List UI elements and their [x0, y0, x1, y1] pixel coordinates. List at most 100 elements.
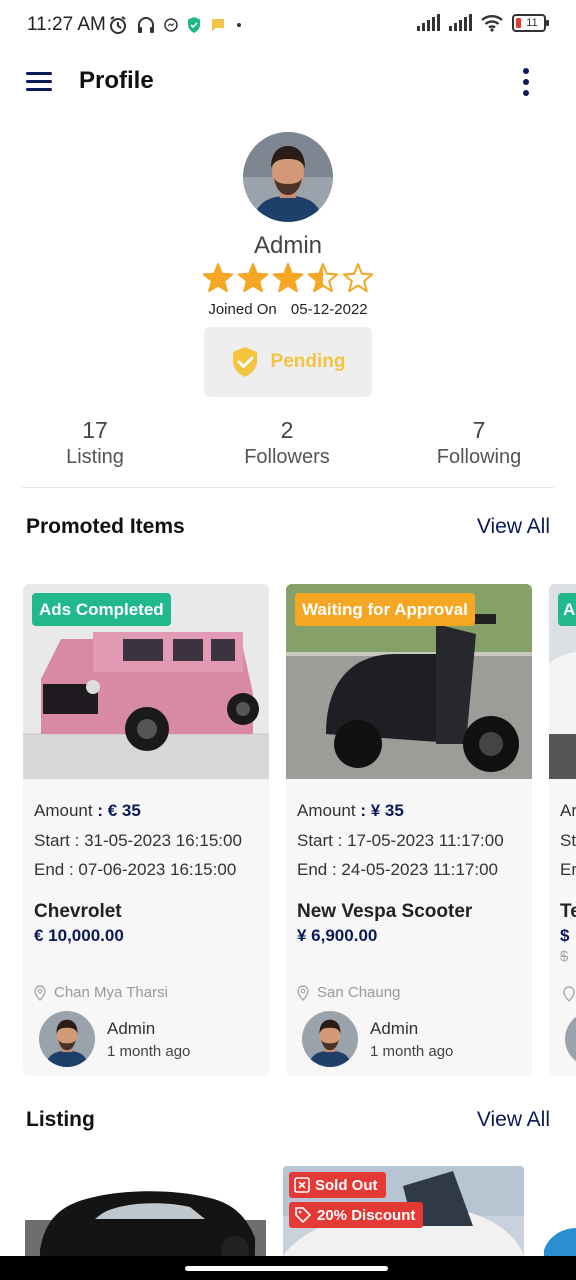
app-bar: Profile [0, 52, 576, 112]
seller-avatar[interactable] [39, 1011, 95, 1067]
item-price: $ [560, 926, 570, 945]
item-price: € 10,000.00 [34, 926, 124, 945]
profile-stats: 17 Listing 2 Followers 7 Following [0, 416, 576, 472]
item-name: New Vespa Scooter [297, 901, 473, 922]
messenger-icon [164, 18, 178, 32]
ad-amount: Amount : ¥ 35 [297, 801, 404, 820]
stat-following-value: 7 [472, 417, 486, 443]
item-location: Chan Mya Tharsi [34, 984, 168, 1001]
item-price: ¥ 6,900.00 [297, 926, 378, 945]
listing-card[interactable] [25, 1180, 266, 1260]
ad-start: St [560, 831, 576, 850]
seller-avatar[interactable] [302, 1011, 358, 1067]
ad-amount-value: € 35 [107, 801, 141, 820]
location-pin-icon [563, 986, 575, 1002]
discount-label: 20% Discount [317, 1206, 416, 1224]
ad-end: Er [560, 860, 576, 879]
status-time: 11:27 AM [27, 14, 106, 35]
listing-card[interactable] [544, 1220, 576, 1260]
stat-followers[interactable]: 2 Followers [212, 416, 362, 470]
sold-out-label: Sold Out [315, 1176, 378, 1194]
ad-amount-value: ¥ 35 [370, 801, 404, 820]
verification-status-badge: Pending [204, 327, 372, 397]
promoted-card[interactable]: Ads Completed Amount : € 35 Start : 31-0… [23, 584, 269, 1076]
page-title: Profile [79, 67, 154, 94]
item-old-price: $ [560, 948, 569, 965]
rating-stars [202, 263, 374, 293]
joined-date: 05-12-2022 [290, 301, 368, 318]
shield-check-icon [232, 347, 257, 377]
alarm-icon [110, 16, 126, 34]
joined-info: Joined On 05-12-2022 [0, 301, 576, 318]
menu-icon[interactable] [26, 72, 52, 92]
close-box-icon [294, 1177, 310, 1193]
divider [22, 487, 554, 488]
item-location: San Chaung [297, 984, 400, 1001]
star-icon [307, 263, 339, 293]
profile-name: Admin [253, 232, 323, 259]
ad-start: Start : 31-05-2023 16:15:00 [34, 831, 242, 850]
more-options-icon[interactable] [520, 68, 532, 96]
stat-listing-value: 17 [82, 417, 108, 443]
listing-image [544, 1220, 576, 1260]
posted-time: 1 month ago [370, 1043, 454, 1060]
listing-image [25, 1180, 266, 1260]
star-icon [237, 263, 269, 293]
stat-following-label: Following [436, 446, 522, 468]
ad-end: End : 24-05-2023 11:17:00 [297, 860, 499, 879]
stat-listing[interactable]: 17 Listing [20, 416, 170, 470]
star-icon [272, 263, 304, 293]
stat-following[interactable]: 7 Following [404, 416, 554, 470]
item-image: A [549, 584, 576, 779]
listing-section-title: Listing [26, 1108, 95, 1131]
ad-status-badge: Waiting for Approval [295, 593, 475, 626]
promoted-view-all-link[interactable]: View All [477, 515, 550, 539]
status-bar: 11:27 AM 11 [0, 0, 576, 52]
ad-status-badge: A [558, 593, 576, 626]
shield-app-icon [188, 17, 200, 33]
ad-status-badge: Ads Completed [32, 593, 171, 626]
wifi-icon [481, 15, 503, 32]
status-notification-icons [108, 15, 244, 35]
price-tag-icon [295, 1207, 312, 1224]
system-navigation-bar [0, 1256, 576, 1280]
stat-followers-value: 2 [280, 417, 294, 443]
profile-avatar[interactable] [243, 132, 333, 222]
star-icon [202, 263, 234, 293]
promoted-card[interactable]: A Ar St Er Te $ $ [549, 584, 576, 1076]
signal-icon [417, 14, 440, 31]
item-name: Chevrolet [34, 901, 122, 922]
star-icon [342, 263, 374, 293]
promoted-section-title: Promoted Items [26, 515, 185, 538]
discount-tag: 20% Discount [289, 1202, 424, 1228]
chat-app-icon [212, 19, 224, 31]
ad-end: End : 07-06-2023 16:15:00 [34, 860, 237, 879]
seller-avatar[interactable] [565, 1011, 576, 1067]
item-location-text: Chan Mya Tharsi [54, 984, 168, 1001]
seller-name: Admin [107, 1019, 156, 1038]
ad-amount-label: Amount [34, 801, 93, 820]
ad-amount: Amount : € 35 [34, 801, 141, 820]
item-image: Ads Completed [23, 584, 269, 779]
location-pin-icon [297, 984, 309, 1001]
listing-view-all-link[interactable]: View All [477, 1108, 550, 1132]
battery-icon: 11 [512, 14, 549, 32]
ad-start: Start : 17-05-2023 11:17:00 [297, 831, 504, 850]
joined-label: Joined On [208, 301, 277, 318]
listing-card[interactable]: Sold Out 20% Discount [283, 1166, 524, 1266]
promoted-card[interactable]: Waiting for Approval Amount : ¥ 35 Start… [286, 584, 532, 1076]
headphones-icon [138, 17, 154, 33]
item-location-text: San Chaung [317, 984, 401, 1001]
status-label: Pending [270, 351, 346, 372]
signal-hd-icon [449, 14, 472, 31]
item-image: Waiting for Approval [286, 584, 532, 779]
more-notifications-icon [237, 23, 241, 27]
stat-followers-label: Followers [244, 446, 330, 468]
location-pin-icon [34, 984, 46, 1001]
posted-time: 1 month ago [107, 1043, 191, 1060]
battery-level: 11 [526, 17, 538, 29]
home-gesture-handle[interactable] [185, 1266, 388, 1271]
ad-amount-label: Amount [297, 801, 356, 820]
stat-listing-label: Listing [66, 446, 124, 468]
status-system-icons: 11 [416, 14, 549, 32]
